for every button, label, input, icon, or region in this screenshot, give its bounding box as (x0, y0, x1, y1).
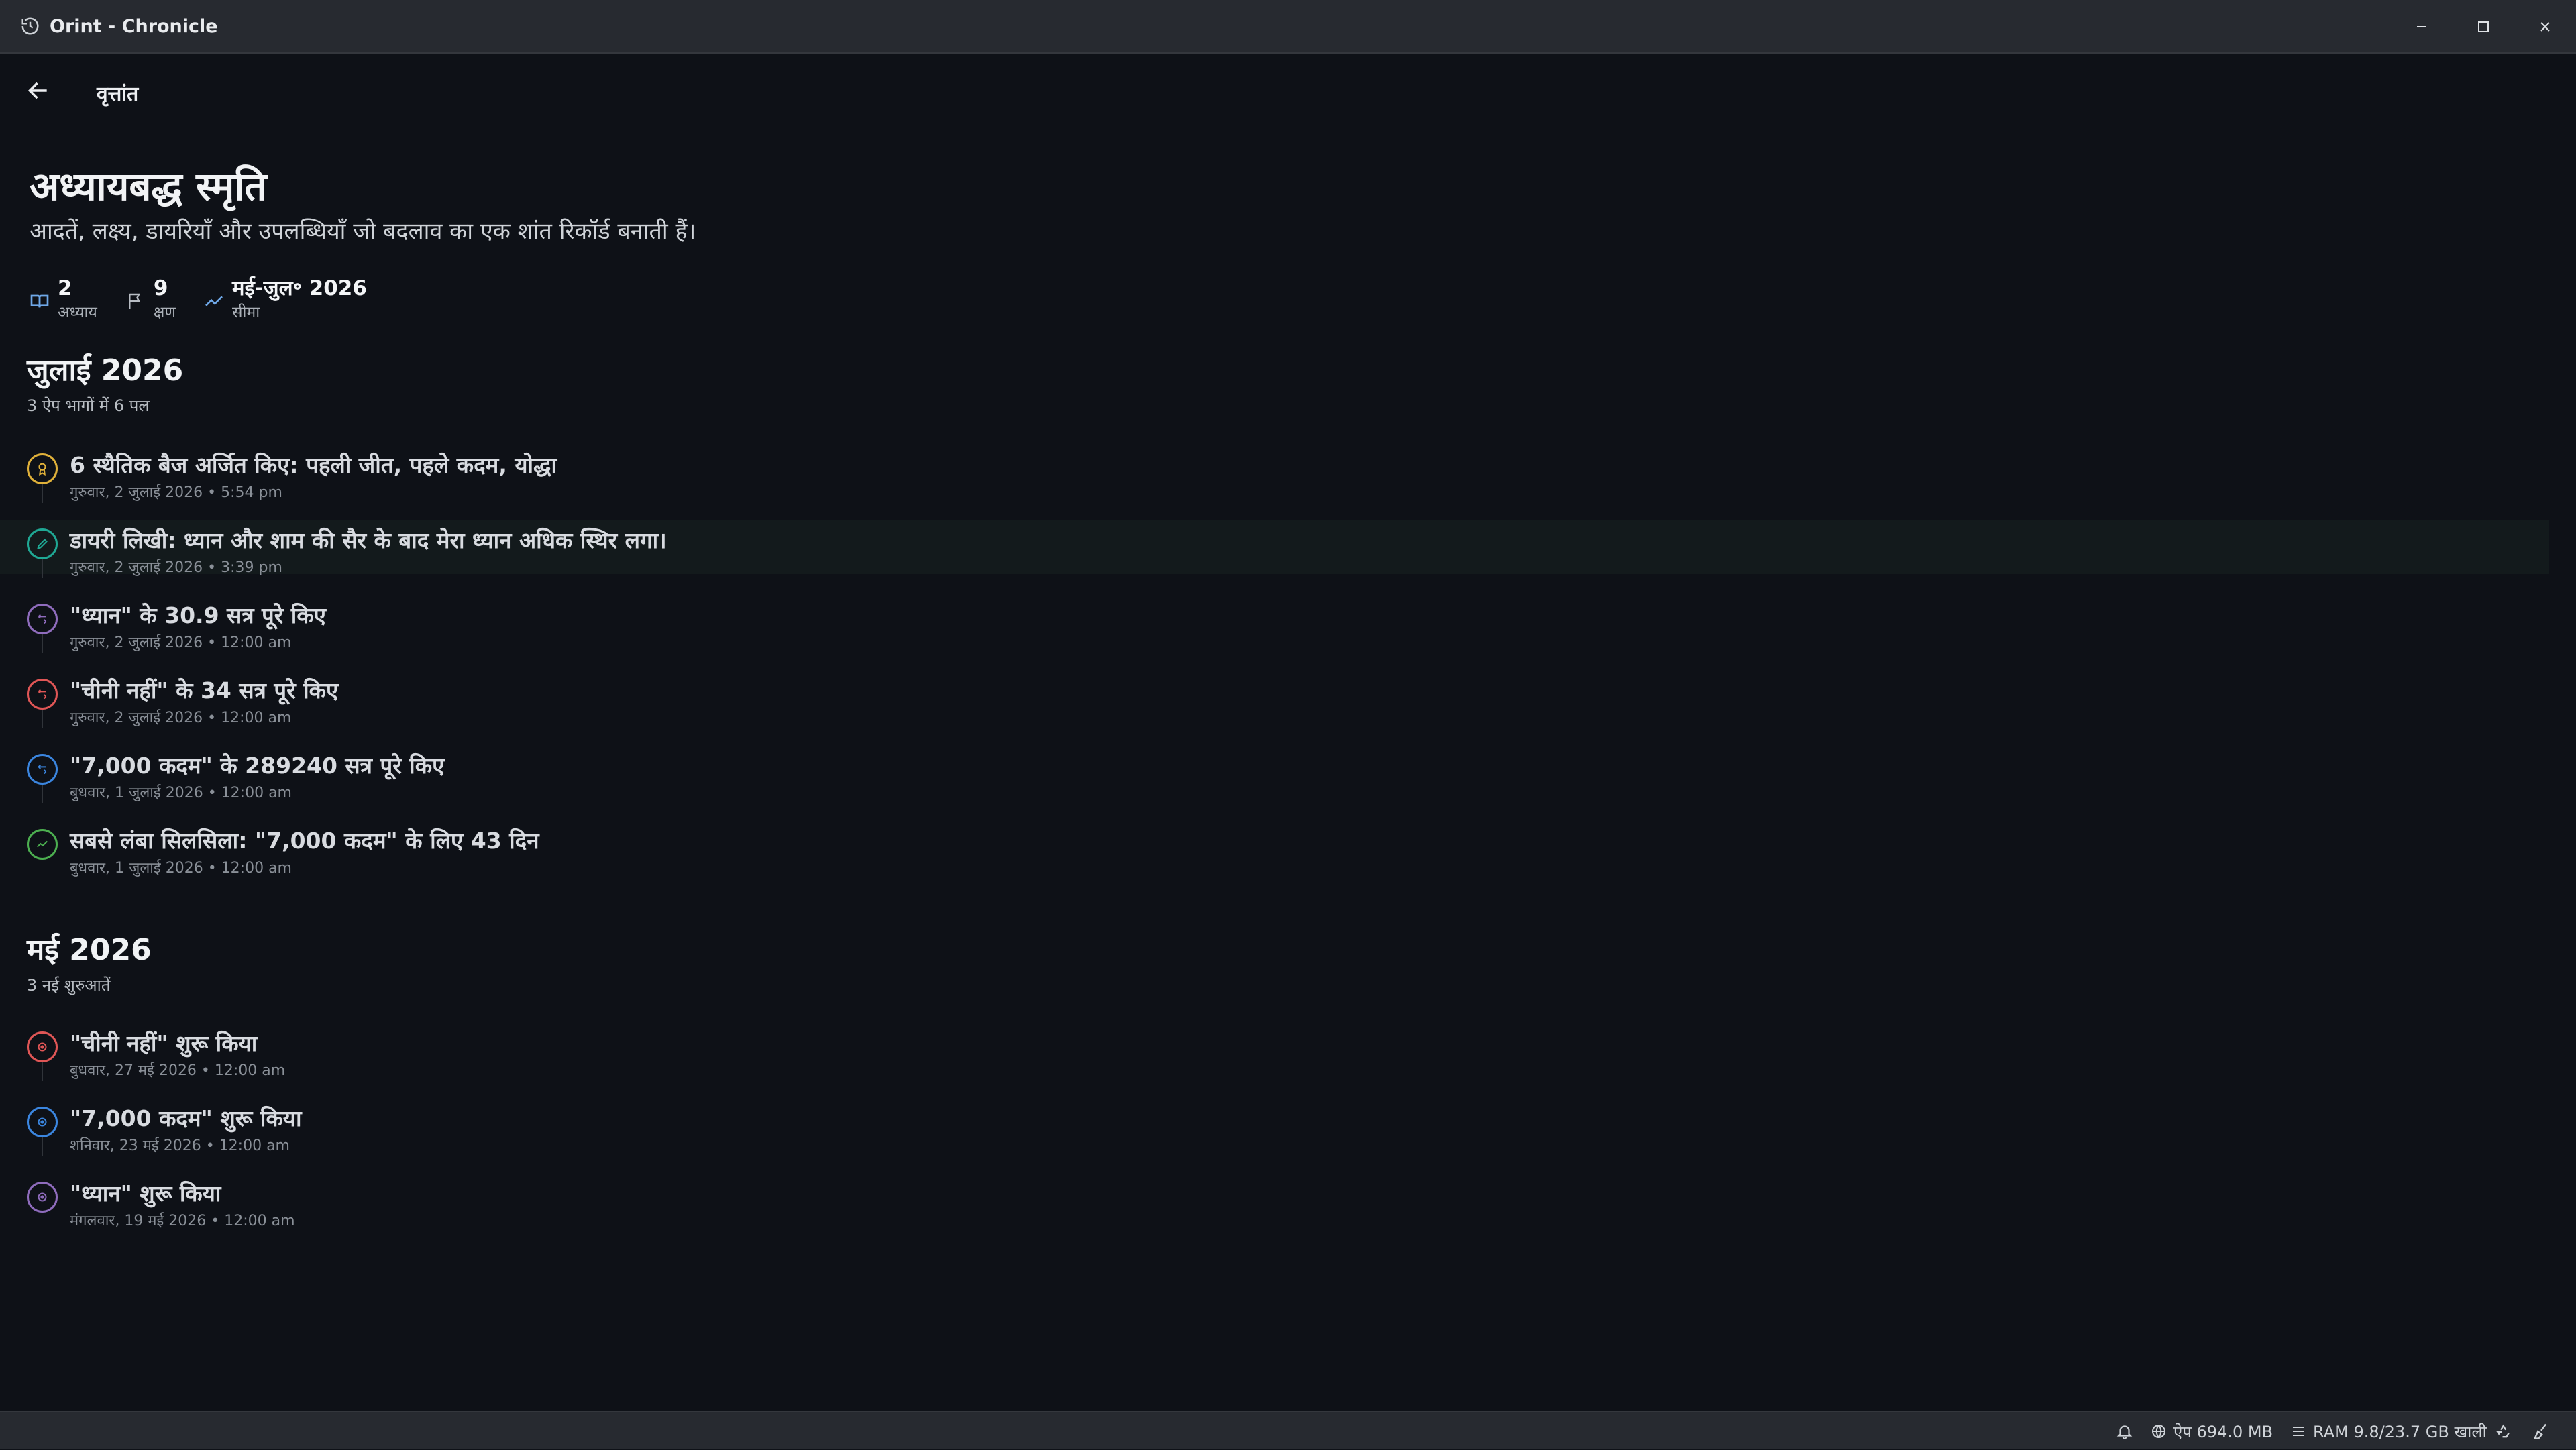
journal-icon (27, 528, 58, 559)
timeline-connector (42, 785, 43, 803)
event-title: डायरी लिखी: ध्यान और शाम की सैर के बाद म… (70, 527, 667, 553)
event-title: "चीनी नहीं" शुरू किया (70, 1030, 258, 1056)
event-date: गुरुवार, 2 जुलाई 2026 • 3:39 pm (70, 559, 282, 576)
arrow-left-icon (28, 82, 47, 99)
timeline-connector (42, 559, 43, 578)
event-title: 6 स्थैतिक बैज अर्जित किए: पहली जीत, पहले… (70, 452, 557, 478)
window-titlebar: Orint - Chronicle (0, 0, 2576, 54)
event-title: "7,000 कदम" शुरू किया (70, 1105, 302, 1131)
timeline-connector (42, 484, 43, 503)
recycle-button[interactable] (2496, 1412, 2521, 1450)
app-memory-indicator: ऐप 694.0 MB (2151, 1412, 2273, 1450)
section-header-july: जुलाई 2026 3 ऐप भागों में 6 पल (27, 349, 183, 416)
event-date: गुरुवार, 2 जुलाई 2026 • 5:54 pm (70, 484, 282, 501)
habit-check-icon (27, 604, 58, 634)
timeline-event[interactable]: "7,000 कदम" के 289240 सत्र पूरे किए बुधव… (0, 746, 2549, 803)
maximize-button[interactable] (2453, 0, 2514, 54)
event-title: सबसे लंबा सिलसिला: "7,000 कदम" के लिए 43… (70, 828, 539, 854)
page-title: अध्यायबद्ध स्मृति (30, 164, 267, 209)
event-title: "7,000 कदम" के 289240 सत्र पूरे किए (70, 752, 445, 779)
page-subtitle: आदतें, लक्ष्य, डायरियाँ और उपलब्धियाँ जो… (30, 218, 696, 245)
memory-icon (2293, 1427, 2304, 1436)
broom-button[interactable] (2532, 1412, 2557, 1450)
app-memory-text: ऐप 694.0 MB (2174, 1422, 2273, 1441)
stat-range: मई-जुल॰ 2026 सीमा (203, 274, 367, 322)
ram-text: RAM 9.8/23.7 GB खाली (2313, 1422, 2487, 1441)
event-date: बुधवार, 1 जुलाई 2026 • 12:00 am (70, 785, 292, 801)
stat-value: 9 (153, 276, 168, 300)
event-title: "ध्यान" शुरू किया (70, 1180, 221, 1207)
window-title: Orint - Chronicle (50, 15, 218, 37)
globe-icon (2152, 1425, 2165, 1438)
top-nav: वृत्तांत (0, 54, 2576, 129)
close-button[interactable] (2514, 0, 2576, 54)
stat-value: 2 (58, 276, 72, 300)
back-button[interactable] (24, 76, 52, 105)
stat-chapters: 2 अध्याय (28, 274, 97, 322)
habit-check-icon (27, 679, 58, 710)
event-date: शनिवार, 23 मई 2026 • 12:00 am (70, 1137, 290, 1154)
timeline-event[interactable]: "ध्यान" के 30.9 सत्र पूरे किए गुरुवार, 2… (0, 596, 2549, 653)
stats-row: 2 अध्याय 9 क्षण मई-जुल॰ 2026 सीमा (28, 274, 394, 322)
section-header-may: मई 2026 3 नई शुरुआतें (27, 928, 152, 996)
timeline-connector (42, 710, 43, 728)
timeline-event[interactable]: 6 स्थैतिक बैज अर्जित किए: पहली जीत, पहले… (0, 445, 2549, 503)
section-subtitle: 3 ऐप भागों में 6 पल (27, 396, 150, 415)
event-title: "ध्यान" के 30.9 सत्र पूरे किए (70, 602, 326, 628)
event-date: गुरुवार, 2 जुलाई 2026 • 12:00 am (70, 710, 292, 726)
badge-icon (27, 453, 58, 484)
stat-moments: 9 क्षण (124, 274, 176, 322)
stat-label: सीमा (231, 304, 260, 321)
start-icon (27, 1031, 58, 1062)
timeline-event[interactable]: "7,000 कदम" शुरू किया शनिवार, 23 मई 2026… (0, 1099, 2549, 1156)
event-date: बुधवार, 27 मई 2026 • 12:00 am (70, 1062, 286, 1079)
event-date: गुरुवार, 2 जुलाई 2026 • 12:00 am (70, 634, 292, 651)
trend-icon (203, 290, 225, 313)
ram-indicator: RAM 9.8/23.7 GB खाली (2290, 1412, 2487, 1450)
timeline-event[interactable]: "चीनी नहीं" के 34 सत्र पूरे किए गुरुवार,… (0, 671, 2549, 728)
timeline-event[interactable]: डायरी लिखी: ध्यान और शाम की सैर के बाद म… (0, 520, 2549, 578)
timeline-connector (42, 634, 43, 653)
stat-label: क्षण (153, 304, 176, 321)
habit-check-icon (27, 754, 58, 785)
section-month: जुलाई 2026 (27, 353, 184, 388)
stat-value: मई-जुल॰ 2026 (231, 276, 367, 300)
timeline-event[interactable]: सबसे लंबा सिलसिला: "7,000 कदम" के लिए 43… (0, 821, 2549, 877)
section-subtitle: 3 नई शुरुआतें (27, 976, 111, 995)
timeline-connector (42, 1137, 43, 1156)
flag-icon (124, 290, 147, 313)
start-icon (27, 1182, 58, 1213)
minimize-button[interactable] (2391, 0, 2453, 54)
timeline-event[interactable]: "ध्यान" शुरू किया मंगलवार, 19 मई 2026 • … (0, 1174, 2549, 1229)
bell-icon (2116, 1425, 2133, 1439)
event-date: बुधवार, 1 जुलाई 2026 • 12:00 am (70, 860, 292, 877)
breadcrumb: वृत्तांत (97, 82, 139, 106)
window-controls (2391, 0, 2576, 54)
start-icon (27, 1107, 58, 1137)
recycle-icon (2496, 1424, 2510, 1438)
book-icon (28, 290, 51, 313)
broom-icon (2533, 1423, 2546, 1439)
section-month: मई 2026 (27, 933, 152, 967)
status-bar: ऐप 694.0 MB RAM 9.8/23.7 GB खाली (0, 1411, 2576, 1449)
event-title: "चीनी नहीं" के 34 सत्र पूरे किए (70, 677, 339, 704)
timeline-connector (42, 1062, 43, 1081)
history-icon (20, 16, 40, 36)
stat-label: अध्याय (58, 304, 97, 321)
timeline-event[interactable]: "चीनी नहीं" शुरू किया बुधवार, 27 मई 2026… (0, 1023, 2549, 1081)
notifications-button[interactable] (2116, 1412, 2140, 1450)
streak-icon (27, 829, 58, 860)
event-date: मंगलवार, 19 मई 2026 • 12:00 am (70, 1213, 295, 1229)
